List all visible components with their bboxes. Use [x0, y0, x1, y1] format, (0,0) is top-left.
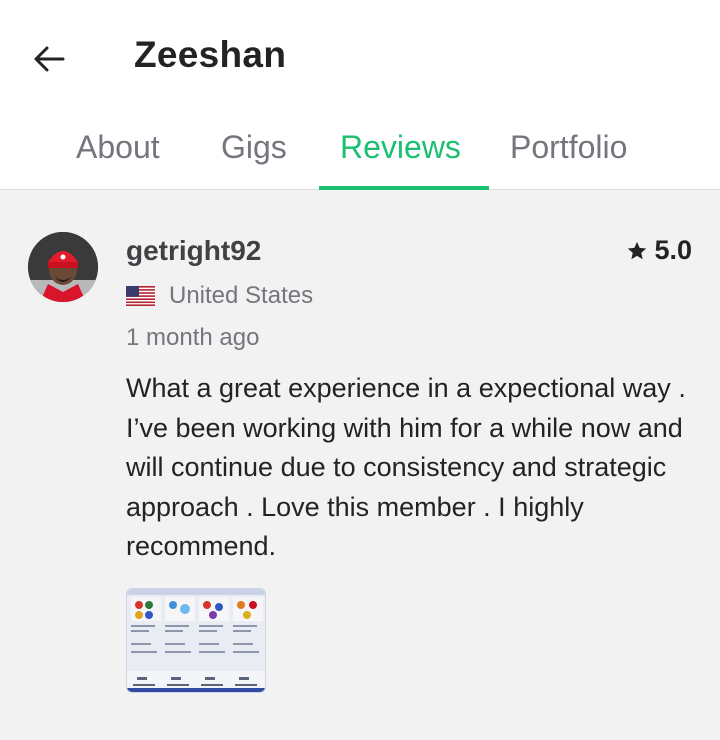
back-button[interactable] — [26, 36, 72, 82]
tab-bar: About Gigs Reviews Portfolio — [0, 122, 720, 190]
review-attachment-thumbnail[interactable] — [126, 588, 266, 693]
page-title: Zeeshan — [134, 34, 287, 75]
tab-gigs[interactable]: Gigs — [221, 122, 287, 190]
rating: 5.0 — [626, 235, 692, 266]
avatar-image — [28, 232, 98, 302]
reviews-list: getright92 5.0 United States 1 month ago — [0, 191, 720, 740]
star-icon — [628, 241, 647, 259]
review-text: What a great experience in a expectional… — [126, 373, 686, 561]
tab-reviews[interactable]: Reviews — [340, 122, 461, 190]
active-tab-indicator — [319, 186, 489, 190]
rating-value: 5.0 — [654, 235, 692, 265]
country-name: United States — [169, 282, 314, 309]
tab-about[interactable]: About — [76, 122, 160, 190]
app-header: Zeeshan About Gigs Reviews Portfolio — [0, 0, 720, 190]
image-thumbnail — [127, 589, 265, 692]
avatar[interactable] — [28, 232, 98, 302]
reviewer-name[interactable]: getright92 — [126, 235, 261, 267]
arrow-left-icon — [34, 46, 65, 72]
us-flag-icon — [126, 286, 155, 306]
tab-portfolio[interactable]: Portfolio — [510, 122, 627, 190]
reviewer-country: United States — [126, 282, 313, 310]
review-time: 1 month ago — [126, 324, 260, 351]
